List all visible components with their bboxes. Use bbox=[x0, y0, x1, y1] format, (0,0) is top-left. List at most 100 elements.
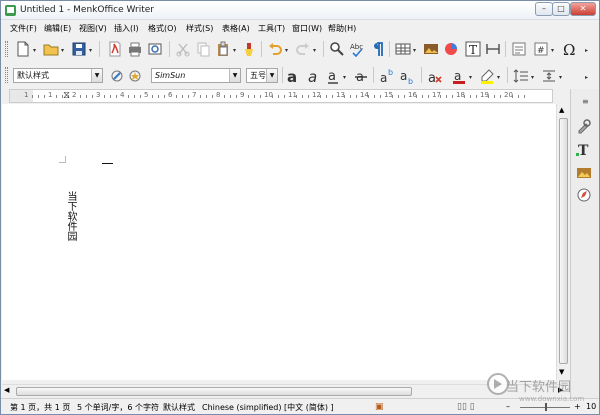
word-count[interactable]: 5 个单词/字，6 个字符 bbox=[77, 402, 159, 413]
menu-window[interactable]: 窗口(W) bbox=[292, 23, 322, 34]
underline-icon[interactable]: a bbox=[325, 68, 341, 84]
vertical-document-text[interactable]: 当下软件园 bbox=[64, 191, 76, 241]
open-folder-icon[interactable] bbox=[43, 41, 59, 57]
toolbar-overflow-icon[interactable]: ▸ bbox=[585, 74, 588, 81]
zoom-slider-handle[interactable] bbox=[545, 403, 547, 411]
horizontal-ruler[interactable]: 1 1 2 3 4 5 6 7 8 9 10 11 12 13 14 15 16 17 18 19 20 ⧖ bbox=[9, 89, 553, 103]
chevron-down-icon[interactable]: ▼ bbox=[229, 69, 240, 82]
gallery-icon[interactable] bbox=[576, 164, 592, 180]
close-button[interactable]: ✕ bbox=[570, 2, 596, 16]
menu-table[interactable]: 表格(A) bbox=[222, 23, 250, 34]
sidebar-menu-icon[interactable]: ≡ bbox=[582, 97, 589, 106]
copy-icon[interactable] bbox=[195, 41, 211, 57]
highlighting-icon[interactable] bbox=[479, 68, 495, 84]
export-pdf-icon[interactable] bbox=[107, 41, 123, 57]
chevron-down-icon[interactable]: ▼ bbox=[266, 69, 277, 82]
toolbar-grip-icon[interactable] bbox=[5, 67, 8, 83]
field-dropdown-icon[interactable]: ▾ bbox=[551, 47, 554, 54]
menu-file[interactable]: 文件(F) bbox=[10, 23, 37, 34]
insert-field-icon[interactable] bbox=[511, 41, 527, 57]
paragraph-spacing-icon[interactable] bbox=[541, 68, 557, 84]
clone-formatting-icon[interactable] bbox=[241, 41, 257, 57]
scroll-up-icon[interactable]: ▲ bbox=[559, 106, 564, 114]
vertical-scroll-thumb[interactable] bbox=[559, 118, 568, 364]
menu-styles[interactable]: 样式(S) bbox=[186, 23, 213, 34]
line-spacing-dropdown-icon[interactable]: ▾ bbox=[531, 74, 534, 81]
underline-dropdown-icon[interactable]: ▾ bbox=[343, 74, 346, 81]
insert-number-field-icon[interactable]: # bbox=[533, 41, 549, 57]
toolbar-separator bbox=[389, 41, 390, 57]
save-icon[interactable] bbox=[71, 41, 87, 57]
highlighting-dropdown-icon[interactable]: ▾ bbox=[497, 74, 500, 81]
page-count[interactable]: 第 1 页，共 1 页 bbox=[10, 402, 70, 413]
clear-formatting-icon[interactable]: a bbox=[427, 68, 443, 84]
insert-chart-icon[interactable] bbox=[443, 41, 459, 57]
font-color-dropdown-icon[interactable]: ▾ bbox=[469, 74, 472, 81]
menu-insert[interactable]: 插入(I) bbox=[114, 23, 139, 34]
view-layout-icons[interactable]: ▯▯ ▯ bbox=[457, 402, 475, 412]
vertical-scrollbar[interactable]: ▲ ▼ bbox=[556, 104, 569, 380]
ruler-tick bbox=[428, 95, 429, 98]
menu-format[interactable]: 格式(O) bbox=[148, 23, 177, 34]
update-style-icon[interactable] bbox=[109, 68, 125, 84]
redo-icon[interactable] bbox=[295, 41, 311, 57]
horizontal-scroll-thumb[interactable] bbox=[16, 387, 412, 396]
insert-textbox-icon[interactable]: T bbox=[465, 41, 481, 57]
zoom-level[interactable]: 10 bbox=[586, 402, 596, 411]
paragraph-style-select[interactable]: 默认样式 ▼ bbox=[13, 68, 103, 83]
line-spacing-icon[interactable] bbox=[513, 68, 529, 84]
superscript-icon[interactable]: ab bbox=[379, 68, 395, 84]
redo-dropdown-icon[interactable]: ▾ bbox=[313, 47, 316, 54]
spelling-icon[interactable]: Abc bbox=[349, 41, 365, 57]
insert-table-icon[interactable] bbox=[395, 41, 411, 57]
indent-marker-icon[interactable]: ⧖ bbox=[63, 90, 70, 101]
bold-icon[interactable]: a bbox=[285, 68, 301, 84]
table-dropdown-icon[interactable]: ▾ bbox=[413, 47, 416, 54]
insert-page-break-icon[interactable] bbox=[485, 41, 501, 57]
new-style-icon[interactable] bbox=[127, 68, 143, 84]
menu-tools[interactable]: 工具(T) bbox=[258, 23, 285, 34]
new-document-dropdown-icon[interactable]: ▾ bbox=[33, 47, 36, 54]
scroll-left-icon[interactable]: ◀ bbox=[4, 386, 9, 394]
print-preview-icon[interactable] bbox=[147, 41, 163, 57]
undo-dropdown-icon[interactable]: ▾ bbox=[285, 47, 288, 54]
paragraph-spacing-dropdown-icon[interactable]: ▾ bbox=[559, 74, 562, 81]
maximize-button[interactable]: □ bbox=[552, 2, 570, 16]
undo-icon[interactable] bbox=[267, 41, 283, 57]
styles-icon[interactable]: T bbox=[576, 141, 592, 157]
document-canvas[interactable]: 当下软件园 bbox=[2, 104, 556, 380]
chevron-down-icon[interactable]: ▼ bbox=[91, 69, 102, 82]
paste-dropdown-icon[interactable]: ▾ bbox=[233, 47, 236, 54]
menu-view[interactable]: 视图(V) bbox=[79, 23, 107, 34]
navigator-icon[interactable] bbox=[576, 187, 592, 203]
font-name-select[interactable]: SimSun ▼ bbox=[151, 68, 241, 83]
find-replace-icon[interactable] bbox=[329, 41, 345, 57]
new-document-icon[interactable] bbox=[15, 41, 31, 57]
minimize-button[interactable]: – bbox=[535, 2, 553, 16]
subscript-icon[interactable]: ab bbox=[399, 68, 415, 84]
save-dropdown-icon[interactable]: ▾ bbox=[89, 47, 92, 54]
page-style[interactable]: 默认样式 bbox=[163, 402, 195, 413]
insert-image-icon[interactable] bbox=[423, 41, 439, 57]
menu-edit[interactable]: 编辑(E) bbox=[44, 23, 71, 34]
strikethrough-icon[interactable]: a bbox=[353, 68, 369, 84]
scroll-down-icon[interactable]: ▼ bbox=[559, 368, 564, 376]
open-dropdown-icon[interactable]: ▾ bbox=[61, 47, 64, 54]
special-character-icon[interactable]: Ω bbox=[561, 41, 577, 57]
zoom-out-icon[interactable]: – bbox=[506, 402, 510, 411]
ruler-label: 8 bbox=[216, 91, 221, 99]
language-status[interactable]: Chinese (simplified) [中文 (简体) ] bbox=[202, 402, 334, 413]
formatting-marks-icon[interactable] bbox=[369, 41, 385, 57]
horizontal-scrollbar[interactable]: ◀ ▶ bbox=[2, 384, 568, 397]
paste-icon[interactable] bbox=[215, 41, 231, 57]
properties-icon[interactable] bbox=[576, 118, 592, 134]
toolbar-overflow-icon[interactable]: ▸ bbox=[585, 47, 588, 54]
cut-icon[interactable] bbox=[175, 41, 191, 57]
font-size-select[interactable]: 五号 ▼ bbox=[246, 68, 278, 83]
font-color-icon[interactable]: a bbox=[451, 68, 467, 84]
zoom-in-icon[interactable]: + bbox=[574, 402, 581, 411]
toolbar-grip-icon[interactable] bbox=[5, 41, 8, 57]
print-icon[interactable] bbox=[127, 41, 143, 57]
menu-help[interactable]: 帮助(H) bbox=[328, 23, 356, 34]
italic-icon[interactable]: a bbox=[305, 68, 321, 84]
